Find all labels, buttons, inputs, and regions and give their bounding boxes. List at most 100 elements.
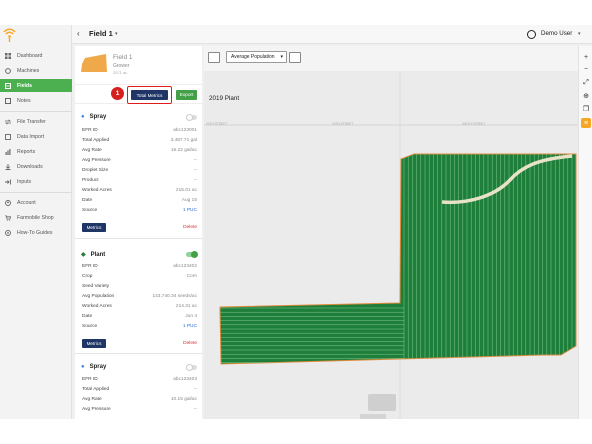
transfer-icon bbox=[5, 118, 11, 125]
user-menu-chevron-icon[interactable]: ▾ bbox=[578, 31, 581, 37]
metric-row: Total Applied -- bbox=[82, 387, 197, 392]
spray-visibility-toggle[interactable] bbox=[186, 364, 197, 371]
metric-row: Source 1 PUC bbox=[82, 324, 197, 329]
farmobile-logo-icon bbox=[3, 28, 16, 42]
map-layer-label: 2019 Plant bbox=[209, 95, 240, 102]
import-icon bbox=[5, 133, 11, 140]
sidebar-item-label: Reports bbox=[17, 148, 36, 155]
metric-row: Avg Pressure -- bbox=[82, 407, 197, 412]
delete-button[interactable]: Delete bbox=[183, 341, 197, 346]
spray-operation-card: ● Spray EFR ID abc123403 Total Applied -- … bbox=[75, 364, 202, 419]
metric-row: Source 1 PUC bbox=[82, 208, 197, 213]
spray-heading: ● Spray bbox=[81, 364, 106, 370]
section-divider bbox=[75, 353, 202, 354]
step-marker: 1 bbox=[111, 87, 124, 100]
sidebar-item-dashboard[interactable]: Dashboard bbox=[0, 49, 72, 62]
guide-icon bbox=[5, 229, 11, 236]
plant-operation-card: ◆ Plant EFR ID abc123402 Crop Corn Seed Va… bbox=[75, 251, 202, 361]
metric-row: Product -- bbox=[82, 178, 197, 183]
metric-row: Crop Corn bbox=[82, 274, 197, 279]
spray-visibility-toggle[interactable] bbox=[186, 114, 197, 121]
chevron-down-icon: ▾ bbox=[280, 54, 283, 60]
sidebar-item-how-to-guides[interactable]: How-To Guides bbox=[0, 226, 72, 239]
sidebar-item-file-transfer[interactable]: File Transfer bbox=[0, 115, 72, 128]
user-avatar-icon[interactable] bbox=[527, 30, 536, 39]
sidebar-item-downloads[interactable]: Downloads bbox=[0, 160, 72, 173]
metric-row: Seed Variety bbox=[82, 284, 110, 289]
layers-icon[interactable]: ≡ bbox=[581, 118, 591, 128]
back-arrow-icon[interactable]: ‹ bbox=[77, 29, 80, 38]
metric-row: EFR ID abc123001 bbox=[82, 128, 197, 133]
section-divider bbox=[75, 238, 202, 239]
sidebar-item-label: Dashboard bbox=[17, 52, 43, 59]
sidebar-divider bbox=[0, 111, 72, 112]
metric-row: Date Aug 15 bbox=[82, 198, 197, 203]
fields-icon bbox=[5, 82, 11, 89]
sidebar-item-label: Downloads bbox=[17, 163, 43, 170]
metric-row: Avg Population 143,740.34 seeds/ac bbox=[82, 294, 197, 299]
download-icon bbox=[5, 163, 11, 170]
sidebar-item-notes[interactable]: Notes bbox=[0, 94, 72, 107]
inputs-icon bbox=[5, 179, 11, 184]
layer-select[interactable]: Average Population ▾ bbox=[226, 51, 287, 63]
copy-icon[interactable]: ❐ bbox=[581, 104, 591, 114]
sidebar-item-label: Notes bbox=[17, 97, 31, 104]
sidebar-item-data-import[interactable]: Data Import bbox=[0, 130, 72, 143]
sidebar-item-fields[interactable]: Fields bbox=[0, 79, 72, 92]
spray-operation-card: ● Spray EFR ID abc123001 Total Applied 3,4… bbox=[75, 114, 202, 264]
sidebar-item-machines[interactable]: Machines bbox=[0, 64, 72, 77]
delete-button[interactable]: Delete bbox=[183, 225, 197, 230]
sidebar-item-reports[interactable]: Reports bbox=[0, 145, 72, 158]
metrics-button[interactable]: Metrics bbox=[82, 339, 106, 348]
field-name: Field 1 bbox=[113, 54, 133, 61]
field-details-panel: Field 1 Grower 2571 ac 1 Total Metrics E… bbox=[75, 46, 202, 419]
metric-row: Avg Pressure -- bbox=[82, 158, 197, 163]
globe-icon[interactable]: ⊕ bbox=[581, 91, 591, 101]
sidebar-item-farmobile-shop[interactable]: Farmobile Shop bbox=[0, 211, 72, 224]
layers-panel-icon[interactable] bbox=[208, 52, 220, 63]
metric-row: EFR ID abc123403 bbox=[82, 377, 197, 382]
zoom-out-button[interactable]: − bbox=[581, 64, 591, 74]
plant-title: Plant bbox=[90, 251, 106, 258]
app-frame: Dashboard Machines Fields Notes File Tra… bbox=[0, 25, 592, 419]
export-button[interactable]: Export bbox=[176, 90, 197, 100]
metric-row: Date Jun 4 bbox=[82, 314, 197, 319]
plant-visibility-toggle[interactable] bbox=[186, 251, 198, 258]
metrics-button[interactable]: Metrics bbox=[82, 223, 106, 232]
sidebar-divider bbox=[0, 192, 72, 193]
map-view[interactable]: Average Population ▾ 2019 Plant 20TH STR… bbox=[204, 46, 578, 419]
notes-icon bbox=[5, 97, 11, 104]
field-title: Field 1 bbox=[89, 29, 113, 38]
field-switcher-chevron-icon[interactable]: ▾ bbox=[115, 31, 118, 37]
plant-heading: ◆ Plant bbox=[81, 251, 106, 259]
user-name[interactable]: Demo User bbox=[541, 30, 572, 37]
zoom-in-button[interactable]: + bbox=[581, 52, 591, 62]
spray-heading: ● Spray bbox=[81, 114, 106, 120]
source-link[interactable]: 1 PUC bbox=[183, 208, 197, 213]
metric-row: Worked Acres 214.31 ac bbox=[82, 304, 197, 309]
plant-leaf-icon: ◆ bbox=[81, 252, 86, 258]
water-drop-icon: ● bbox=[81, 364, 85, 370]
total-metrics-button[interactable]: Total Metrics bbox=[131, 90, 168, 100]
reports-icon bbox=[5, 148, 11, 155]
sidebar-item-label: Account bbox=[17, 199, 36, 206]
sidebar-item-label: Inputs bbox=[17, 178, 32, 185]
sidebar-item-label: File Transfer bbox=[17, 118, 46, 125]
field-map bbox=[204, 71, 578, 419]
road-label: 200TH STREET bbox=[462, 122, 486, 126]
sidebar-item-label: Machines bbox=[17, 67, 40, 74]
metric-row: Avg Rate 16.22 gal/ac bbox=[82, 148, 197, 153]
map-search-icon[interactable] bbox=[289, 52, 301, 63]
road-label: 20TH STREET bbox=[332, 122, 354, 126]
metric-row: Droplet Size -- bbox=[82, 168, 197, 173]
top-bar: ‹ Field 1 ▾ Demo User ▾ bbox=[72, 25, 592, 44]
source-link[interactable]: 1 PUC bbox=[183, 324, 197, 329]
sidebar-item-label: Data Import bbox=[17, 133, 45, 140]
metric-row: Worked Acres 215.01 ac bbox=[82, 188, 197, 193]
sidebar-item-inputs[interactable]: Inputs bbox=[0, 175, 72, 188]
sidebar-item-account[interactable]: Account bbox=[0, 196, 72, 209]
field-acres: 2571 ac bbox=[113, 70, 128, 75]
fullscreen-icon[interactable]: ⤢ bbox=[581, 78, 591, 88]
machine-icon bbox=[5, 67, 11, 74]
grower-name: Grower bbox=[113, 63, 130, 69]
